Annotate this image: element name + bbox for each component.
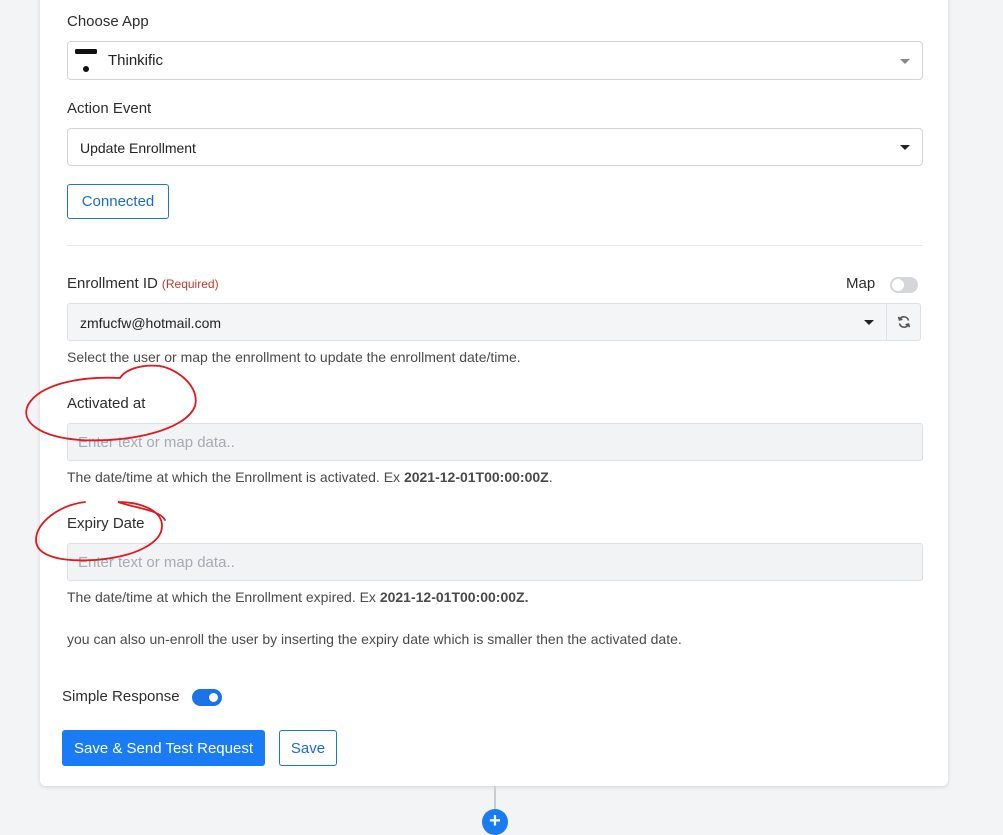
activated-at-help-suffix: . <box>548 469 553 485</box>
expiry-date-note: you can also un-enroll the user by inser… <box>67 631 682 647</box>
action-event-label: Action Event <box>67 100 152 117</box>
refresh-icon <box>897 315 911 329</box>
enrollment-id-select[interactable]: zmfucfw@hotmail.com <box>67 303 887 341</box>
activated-at-label: Activated at <box>67 395 146 412</box>
expiry-date-label: Expiry Date <box>67 515 145 532</box>
choose-app-value: Thinkific <box>108 52 164 69</box>
expiry-date-help: The date/time at which the Enrollment ex… <box>67 589 528 605</box>
activated-at-input[interactable] <box>67 423 923 461</box>
thinkific-logo-icon <box>75 49 97 73</box>
enrollment-id-label: Enrollment ID (Required) <box>67 275 219 292</box>
save-and-send-test-request-button[interactable]: Save & Send Test Request <box>62 730 265 766</box>
chevron-down-icon <box>900 59 910 64</box>
map-toggle[interactable] <box>890 277 918 293</box>
section-divider <box>67 245 923 246</box>
toggle-knob <box>207 691 220 704</box>
enrollment-id-value: zmfucfw@hotmail.com <box>80 315 222 331</box>
activated-at-help: The date/time at which the Enrollment is… <box>67 469 553 485</box>
toggle-knob <box>892 279 904 291</box>
choose-app-select[interactable]: Thinkific <box>67 41 923 80</box>
expiry-date-input[interactable] <box>67 543 923 581</box>
plus-icon: + <box>489 810 501 832</box>
refresh-button[interactable] <box>886 303 921 341</box>
activated-at-help-text: The date/time at which the Enrollment is… <box>67 469 404 485</box>
expiry-date-help-example: 2021-12-01T00:00:00Z. <box>379 589 529 605</box>
simple-response-label: Simple Response <box>62 688 180 705</box>
action-event-value: Update Enrollment <box>80 140 196 156</box>
simple-response-toggle[interactable] <box>192 689 222 706</box>
map-label: Map <box>846 275 876 292</box>
connected-button[interactable]: Connected <box>67 184 169 219</box>
action-event-select[interactable]: Update Enrollment <box>67 128 923 166</box>
choose-app-label: Choose App <box>67 13 149 30</box>
enrollment-id-help: Select the user or map the enrollment to… <box>67 349 521 365</box>
action-step-card: Choose App Thinkific Action Event Update… <box>40 0 948 786</box>
save-button[interactable]: Save <box>279 730 337 766</box>
expiry-date-help-text: The date/time at which the Enrollment ex… <box>67 589 380 605</box>
required-tag: (Required) <box>161 277 219 291</box>
chevron-down-icon <box>864 320 874 325</box>
chevron-down-icon <box>900 145 910 150</box>
enrollment-id-label-text: Enrollment ID <box>67 275 158 292</box>
activated-at-help-example: 2021-12-01T00:00:00Z <box>403 469 549 485</box>
add-step-button[interactable]: + <box>482 809 508 835</box>
